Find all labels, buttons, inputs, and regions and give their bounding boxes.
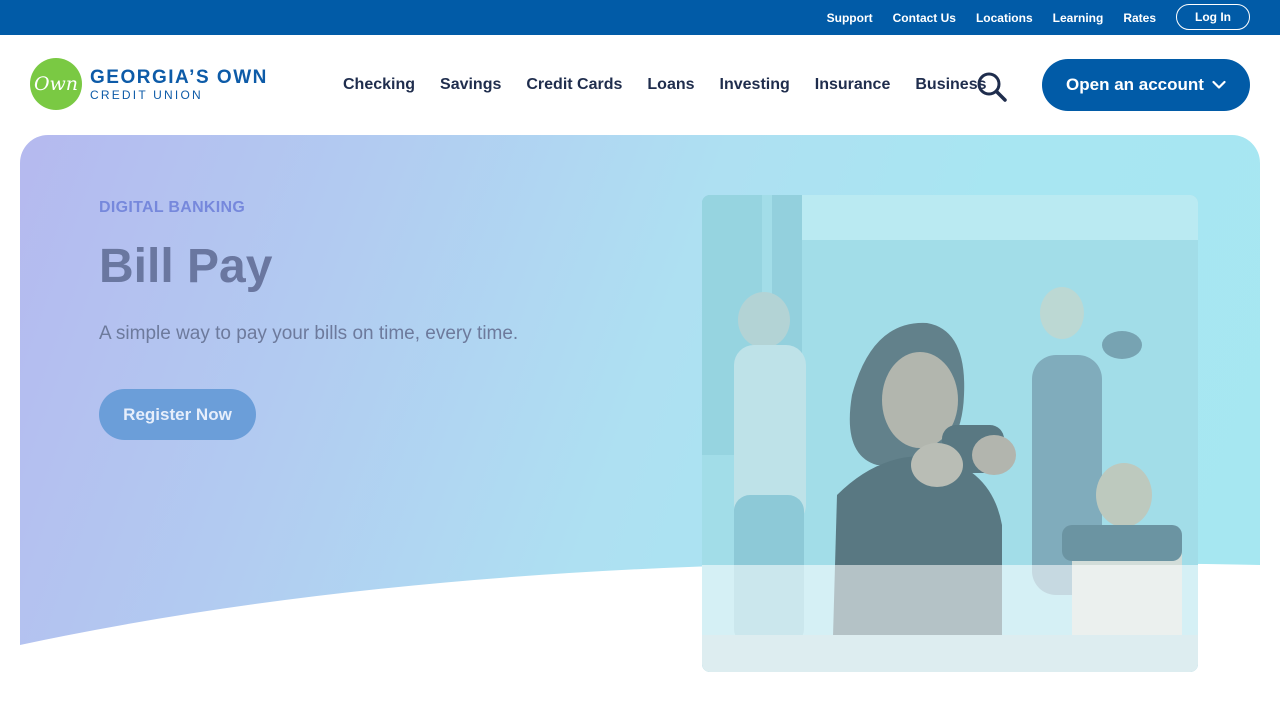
nav-item-checking[interactable]: Checking — [343, 76, 415, 94]
open-account-label: Open an account — [1066, 75, 1204, 94]
utility-link-locations[interactable]: Locations — [976, 11, 1033, 25]
header: Own GEORGIA’S OWN CREDIT UNION Checking … — [0, 35, 1280, 135]
login-button[interactable]: Log In — [1176, 4, 1250, 30]
photo-wave-fade — [702, 565, 1198, 672]
utility-link-rates[interactable]: Rates — [1123, 11, 1156, 25]
hero-eyebrow: DIGITAL BANKING — [99, 199, 246, 216]
logo-text: GEORGIA’S OWN CREDIT UNION — [90, 68, 268, 101]
logo-line-2: CREDIT UNION — [90, 87, 203, 102]
nav-item-investing[interactable]: Investing — [720, 76, 790, 94]
logo-badge-text: Own — [33, 73, 79, 95]
open-account-button[interactable]: Open an account — [1042, 59, 1250, 111]
logo-line-1: GEORGIA’S OWN — [90, 66, 268, 88]
chevron-down-icon — [1212, 80, 1226, 89]
utility-link-contact-us[interactable]: Contact Us — [893, 11, 956, 25]
register-now-button[interactable]: Register Now — [99, 389, 256, 440]
nav-item-savings[interactable]: Savings — [440, 76, 501, 94]
utility-links: Support Contact Us Locations Learning Ra… — [827, 0, 1156, 35]
page-title: Bill Pay — [99, 240, 273, 293]
main-nav: Checking Savings Credit Cards Loans Inve… — [343, 35, 987, 135]
logo-badge: Own — [30, 58, 82, 110]
search-button[interactable] — [976, 71, 1008, 103]
utility-bar: Support Contact Us Locations Learning Ra… — [0, 0, 1280, 35]
nav-item-insurance[interactable]: Insurance — [815, 76, 891, 94]
hero-photo — [702, 195, 1198, 672]
utility-link-support[interactable]: Support — [827, 11, 873, 25]
nav-item-credit-cards[interactable]: Credit Cards — [526, 76, 622, 94]
hero-subtitle: A simple way to pay your bills on time, … — [99, 323, 519, 344]
logo[interactable]: Own GEORGIA’S OWN CREDIT UNION — [30, 58, 268, 110]
nav-item-loans[interactable]: Loans — [647, 76, 694, 94]
utility-link-learning[interactable]: Learning — [1053, 11, 1104, 25]
search-icon — [977, 72, 1007, 102]
